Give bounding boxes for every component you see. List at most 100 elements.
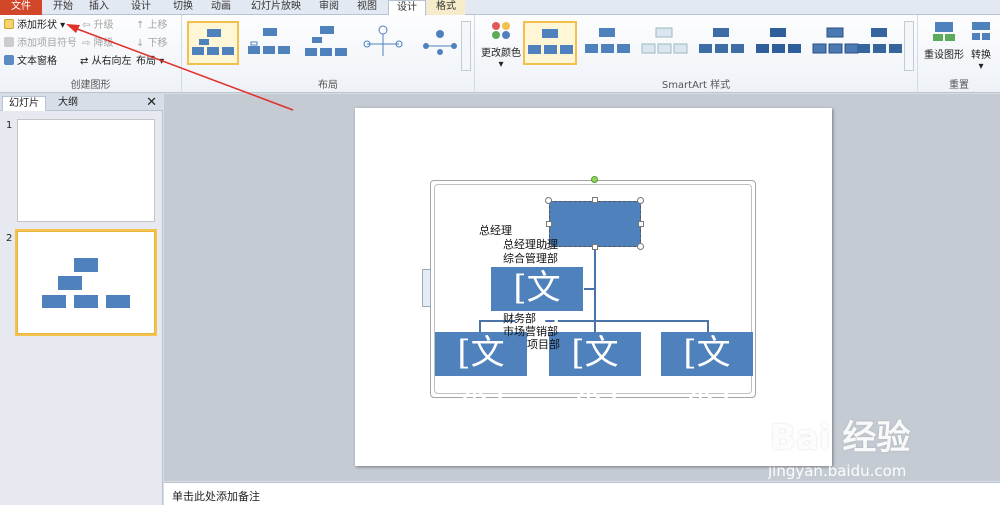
tab-view[interactable]: 视图 bbox=[350, 0, 384, 15]
resize-handle[interactable] bbox=[545, 197, 552, 204]
layout-labeled-hierarchy[interactable] bbox=[415, 21, 467, 65]
tab-smartart-design[interactable]: 设计 bbox=[388, 0, 426, 16]
style-preview-icon bbox=[641, 27, 688, 54]
bullet-icon bbox=[4, 37, 14, 47]
style-preview-icon bbox=[756, 28, 801, 53]
style-white-outline[interactable] bbox=[581, 21, 633, 65]
style-intense[interactable] bbox=[752, 21, 804, 65]
resize-handle[interactable] bbox=[546, 221, 552, 227]
group-label-create-graphic: 创建图形 bbox=[70, 80, 111, 91]
style-preview-icon bbox=[528, 29, 573, 54]
style-3d-inset[interactable] bbox=[853, 21, 905, 65]
tab-insert[interactable]: 插入 bbox=[82, 0, 116, 15]
text-pane-icon bbox=[4, 55, 14, 65]
style-gallery-scroll[interactable] bbox=[904, 21, 914, 71]
mini-shape bbox=[58, 276, 82, 290]
group-smartart-styles: 更改颜色 ▾ SmartArt 样式 bbox=[475, 15, 918, 93]
tab-review[interactable]: 审阅 bbox=[312, 0, 346, 15]
text-pane-button[interactable]: 文本窗格 bbox=[4, 54, 57, 70]
style-subtle[interactable] bbox=[638, 21, 690, 65]
tab-file[interactable]: 文件 bbox=[0, 0, 42, 15]
convert-button[interactable]: 转换 ▾ bbox=[966, 19, 996, 72]
group-layouts: 布局 bbox=[182, 15, 475, 93]
demote-button[interactable]: ⇨ 降级 bbox=[82, 36, 114, 52]
connector-line bbox=[594, 241, 596, 322]
palette-icon bbox=[492, 22, 510, 39]
org-text: 市场营销部 bbox=[503, 325, 558, 338]
org-chart-icon bbox=[192, 29, 234, 55]
rotate-handle[interactable] bbox=[591, 176, 598, 183]
resize-handle[interactable] bbox=[592, 244, 598, 250]
reset-graphic-icon bbox=[933, 22, 955, 41]
org-chart-icon bbox=[248, 28, 290, 54]
smartart-frame[interactable]: [文本] [文本] [文本] [文本] 总经理 总经理助理 综合管理部 财务部 … bbox=[422, 176, 756, 415]
tab-animations[interactable]: 动画 bbox=[204, 0, 238, 15]
org-text: 财务部 bbox=[503, 312, 536, 325]
change-colors-button[interactable]: 更改颜色 ▾ bbox=[479, 19, 523, 70]
tab-home[interactable]: 开始 bbox=[46, 0, 80, 15]
connector-line bbox=[594, 320, 596, 332]
slide-pane: 幻灯片 大纲 ✕ 1 2 bbox=[0, 94, 163, 505]
org-box-child-3[interactable]: [文本] bbox=[661, 332, 753, 415]
slide-thumbnail-2[interactable] bbox=[15, 229, 157, 336]
org-text: 项目部 bbox=[527, 338, 560, 351]
slide-number: 2 bbox=[6, 233, 13, 244]
resize-handle[interactable] bbox=[592, 197, 598, 203]
tab-outline[interactable]: 大纲 bbox=[52, 96, 84, 111]
slide-number: 1 bbox=[6, 120, 13, 131]
org-text: 总经理 bbox=[479, 224, 512, 237]
group-label-smartart-styles: SmartArt 样式 bbox=[661, 80, 731, 91]
org-box-top[interactable] bbox=[549, 201, 641, 247]
ribbon-tab-bar: 文件 开始 插入 设计 切换 动画 幻灯片放映 审阅 视图 设计 格式 bbox=[0, 0, 1000, 16]
promote-button[interactable]: ⇦ 升级 bbox=[82, 18, 114, 34]
tab-slideshow[interactable]: 幻灯片放映 bbox=[244, 0, 308, 15]
style-preview-icon bbox=[585, 28, 630, 53]
layout-button[interactable]: 布局 ▾ bbox=[136, 54, 164, 70]
layout-circle-hierarchy[interactable] bbox=[358, 21, 410, 65]
hierarchy-icon bbox=[423, 30, 457, 55]
style-simple-fill[interactable] bbox=[523, 21, 577, 65]
style-preview-icon bbox=[857, 28, 902, 53]
add-shape-button[interactable]: 添加形状 ▾ bbox=[4, 18, 65, 34]
resize-handle[interactable] bbox=[637, 243, 644, 250]
org-box-assistant[interactable]: [文本] bbox=[491, 267, 583, 350]
tab-format[interactable]: 格式 bbox=[427, 0, 465, 15]
org-text: 总经理助理 bbox=[503, 238, 558, 251]
layout-org-chart[interactable] bbox=[187, 21, 239, 65]
reset-graphic-button[interactable]: 重设图形 bbox=[922, 19, 966, 61]
baidu-watermark: Bai 经验 jingyan.baidu.com bbox=[760, 400, 990, 500]
group-label-reset: 重置 bbox=[949, 80, 969, 91]
resize-handle[interactable] bbox=[638, 221, 644, 227]
move-up-button[interactable]: ↑ 上移 bbox=[136, 18, 168, 34]
org-box-child-2[interactable]: [文本] bbox=[549, 332, 641, 415]
org-text: 综合管理部 bbox=[503, 252, 558, 265]
close-icon[interactable]: ✕ bbox=[146, 95, 157, 110]
layout-name-title-org-chart[interactable] bbox=[244, 21, 296, 65]
mini-shape bbox=[74, 295, 98, 308]
tab-slides[interactable]: 幻灯片 bbox=[2, 96, 46, 111]
org-chart-icon bbox=[305, 26, 347, 56]
resize-handle[interactable] bbox=[637, 197, 644, 204]
mini-shape bbox=[42, 295, 66, 308]
slide-pane-tabs: 幻灯片 大纲 ✕ bbox=[0, 94, 163, 111]
hierarchy-icon bbox=[363, 25, 403, 56]
style-preview-icon bbox=[699, 28, 744, 53]
slide-thumbnail-1[interactable] bbox=[17, 119, 155, 222]
tab-design[interactable]: 设计 bbox=[124, 0, 158, 15]
mini-shape bbox=[74, 258, 98, 272]
move-down-button[interactable]: ↓ 下移 bbox=[136, 36, 168, 52]
right-to-left-button[interactable]: ⇄ 从右向左 bbox=[80, 54, 132, 70]
notes-placeholder: 单击此处添加备注 bbox=[172, 490, 260, 503]
group-create-graphic: 添加形状 ▾ 添加项目符号 文本窗格 ⇦ 升级 ⇨ 降级 ⇄ 从右向左 ↑ 上移… bbox=[0, 15, 182, 93]
org-box-child-1[interactable]: [文本] bbox=[435, 332, 527, 415]
connector-line bbox=[707, 320, 709, 332]
group-reset: 重设图形 转换 ▾ 重置 bbox=[918, 15, 1000, 93]
watermark-brand: Bai 经验 bbox=[770, 418, 911, 458]
layout-half-circle-org-chart[interactable] bbox=[301, 21, 353, 65]
style-moderate[interactable] bbox=[695, 21, 747, 65]
connector-line bbox=[479, 320, 481, 332]
tab-transitions[interactable]: 切换 bbox=[166, 0, 200, 15]
add-bullet-button[interactable]: 添加项目符号 bbox=[4, 36, 77, 52]
layout-gallery-scroll[interactable] bbox=[461, 21, 471, 71]
text-pane-toggle[interactable] bbox=[422, 269, 431, 307]
